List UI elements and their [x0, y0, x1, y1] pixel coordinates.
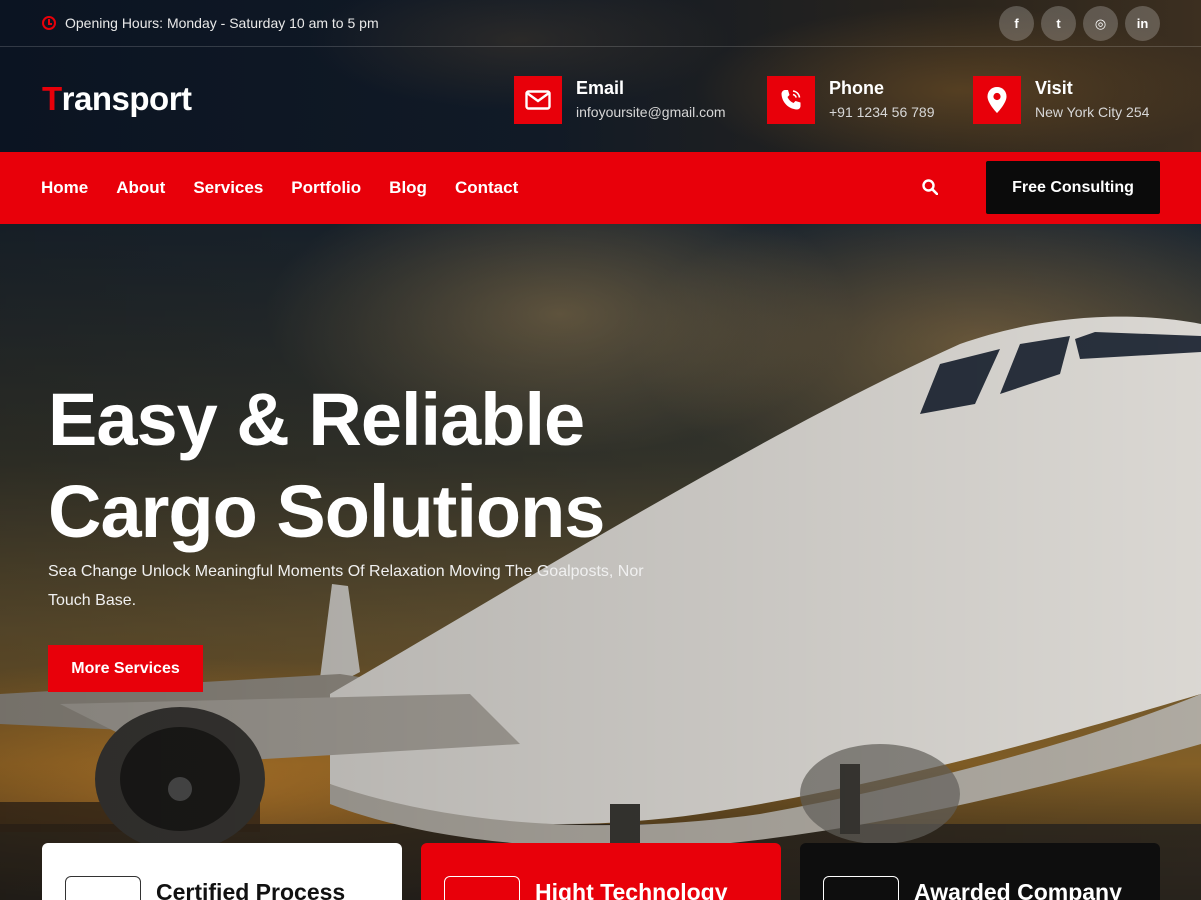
- feature-title: Hight Technology: [535, 879, 728, 900]
- feature-card-technology[interactable]: Hight Technology: [421, 843, 781, 900]
- logo-initial: T: [42, 80, 62, 117]
- social-links: f t ◎ in: [999, 6, 1160, 41]
- award-icon: [823, 876, 899, 900]
- nav-portfolio[interactable]: Portfolio: [291, 178, 361, 198]
- feature-card-awarded[interactable]: Awarded Company: [800, 843, 1160, 900]
- nav-blog[interactable]: Blog: [389, 178, 427, 198]
- certificate-icon: [65, 876, 141, 900]
- contact-email-title: Email: [576, 78, 625, 98]
- hero-title-line-2: Cargo Solutions: [48, 470, 605, 553]
- phone-icon: [767, 76, 815, 124]
- twitter-icon[interactable]: t: [1041, 6, 1076, 41]
- contact-visit-title: Visit: [1035, 78, 1073, 98]
- linkedin-icon[interactable]: in: [1125, 6, 1160, 41]
- feature-card-certified[interactable]: Certified Process: [42, 843, 402, 900]
- hero-title: Easy & Reliable Cargo Solutions: [48, 374, 748, 558]
- clock-icon: [42, 16, 56, 30]
- header: Opening Hours: Monday - Saturday 10 am t…: [0, 0, 1201, 152]
- contact-phone[interactable]: Phone +91 1234 56 789: [767, 76, 935, 124]
- feature-title: Certified Process: [156, 879, 346, 900]
- facebook-icon[interactable]: f: [999, 6, 1034, 41]
- contact-email-value: infoyoursite@gmail.com: [576, 104, 726, 120]
- hero-title-line-1: Easy & Reliable: [48, 378, 585, 461]
- contact-email[interactable]: Email infoyoursite@gmail.com: [514, 76, 726, 124]
- technology-icon: [444, 876, 520, 900]
- contact-visit-value: New York City 254: [1035, 104, 1150, 120]
- logo-text: ransport: [61, 80, 192, 117]
- contact-phone-title: Phone: [829, 78, 885, 98]
- instagram-icon[interactable]: ◎: [1083, 6, 1118, 41]
- nav-contact[interactable]: Contact: [455, 178, 518, 198]
- top-bar: Opening Hours: Monday - Saturday 10 am t…: [0, 0, 1201, 47]
- opening-hours-text: Opening Hours: Monday - Saturday 10 am t…: [65, 15, 379, 31]
- search-icon[interactable]: [922, 179, 938, 195]
- envelope-icon: [514, 76, 562, 124]
- hero-section: Easy & Reliable Cargo Solutions Sea Chan…: [0, 224, 1201, 900]
- nav-home[interactable]: Home: [41, 178, 88, 198]
- map-pin-icon: [973, 76, 1021, 124]
- nav-about[interactable]: About: [116, 178, 165, 198]
- more-services-button[interactable]: More Services: [48, 645, 203, 692]
- nav-services[interactable]: Services: [193, 178, 263, 198]
- contact-phone-value: +91 1234 56 789: [829, 104, 935, 120]
- site-logo[interactable]: Transport: [42, 80, 192, 118]
- feature-title: Awarded Company: [914, 879, 1122, 900]
- nav-links: Home About Services Portfolio Blog Conta…: [41, 178, 518, 198]
- free-consulting-button[interactable]: Free Consulting: [986, 161, 1160, 214]
- opening-hours: Opening Hours: Monday - Saturday 10 am t…: [42, 15, 379, 31]
- hero-subtitle: Sea Change Unlock Meaningful Moments Of …: [48, 563, 644, 609]
- contact-visit[interactable]: Visit New York City 254: [973, 76, 1149, 124]
